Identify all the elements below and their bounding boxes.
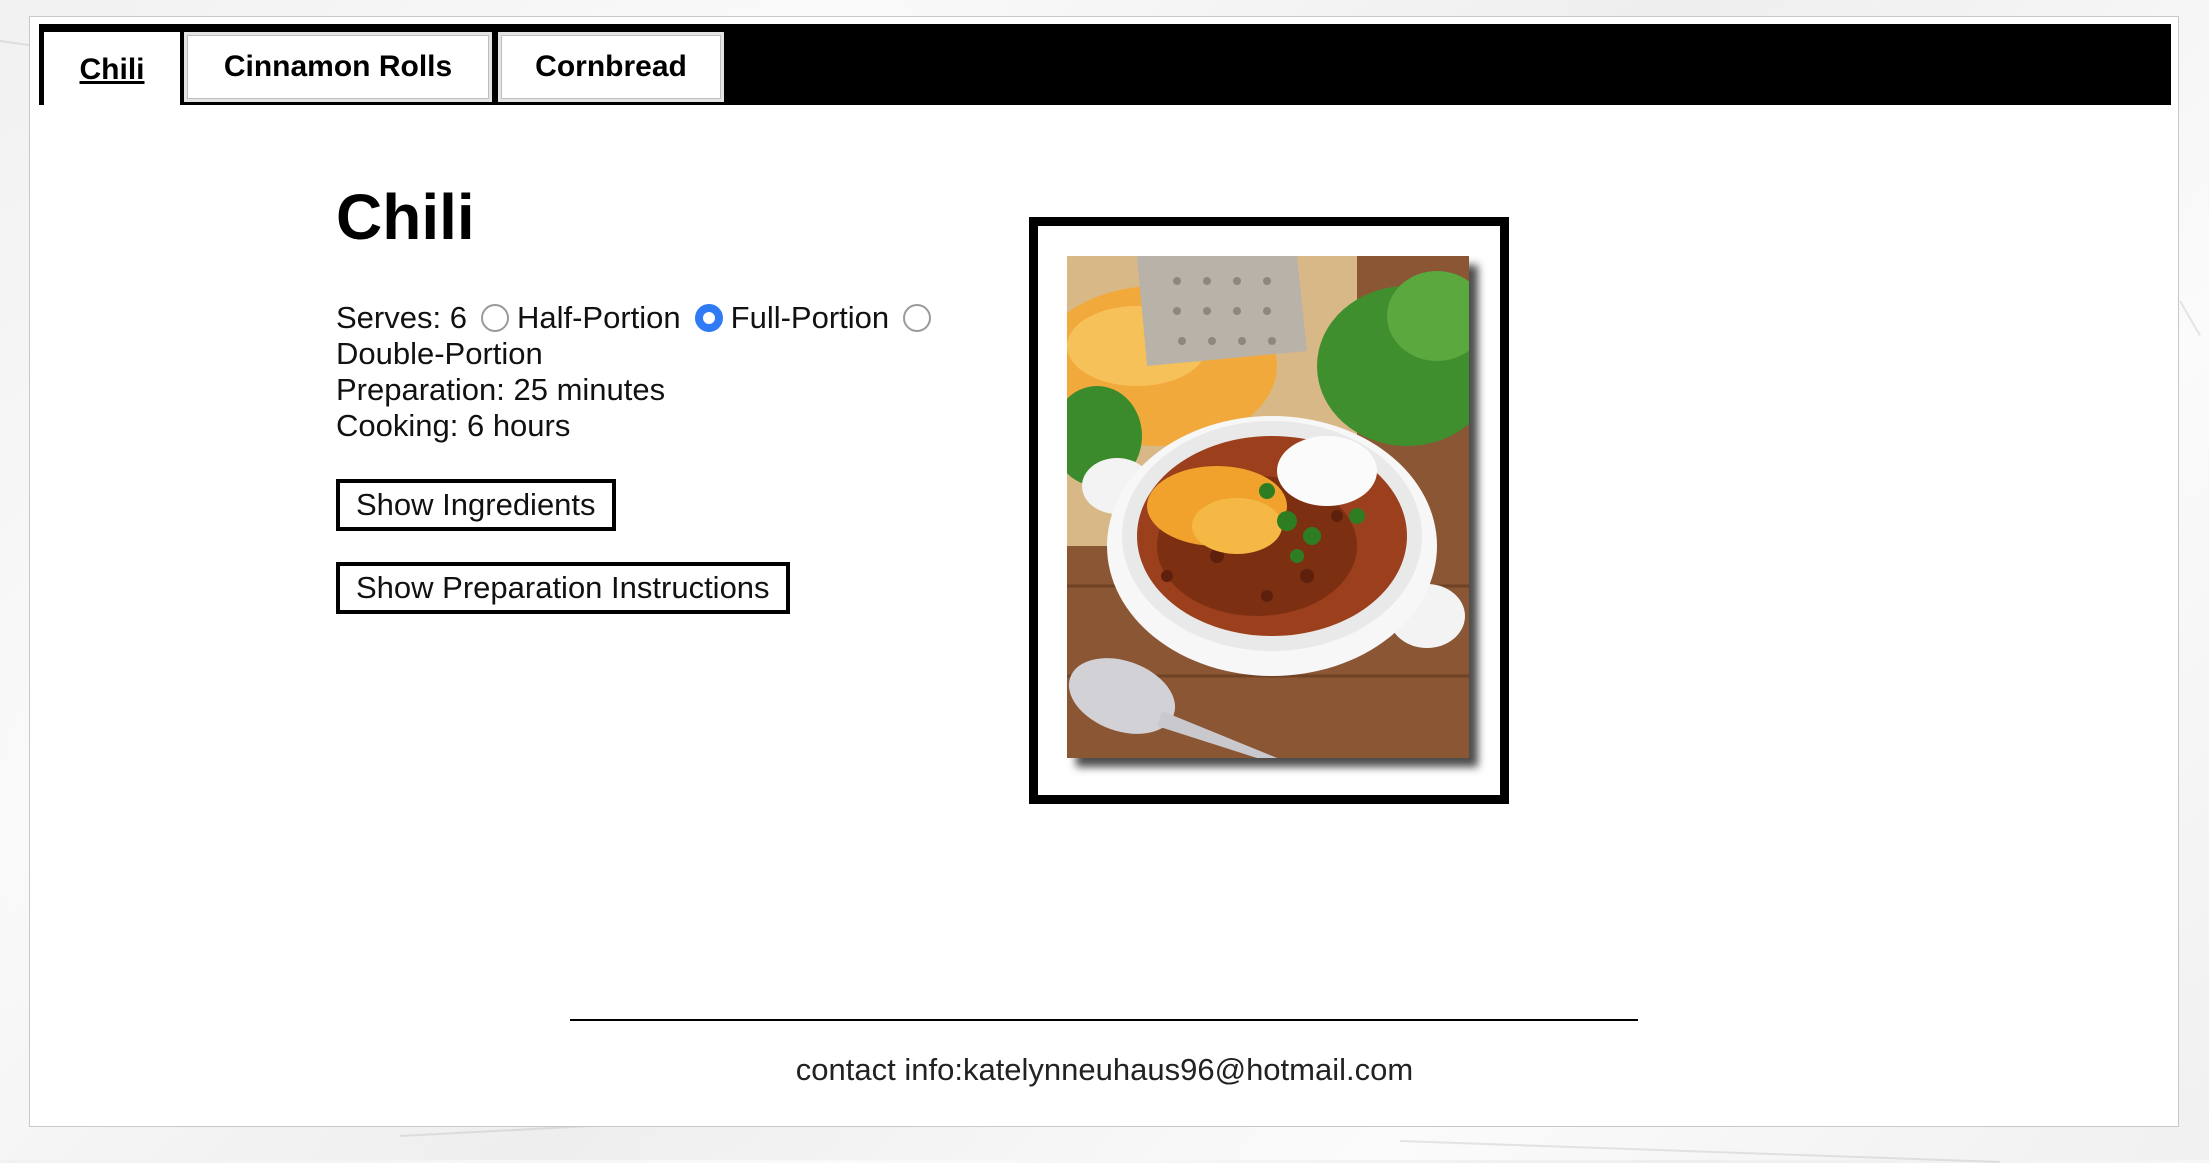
dish-photo-frame <box>1029 217 1509 804</box>
marble-vein <box>2179 300 2201 337</box>
marble-vein <box>1399 1140 2000 1163</box>
serves-label: Serves: 6 <box>336 300 467 335</box>
full-portion-radio[interactable] <box>694 304 723 332</box>
footer-divider <box>570 1019 1638 1021</box>
cooking-time: Cooking: 6 hours <box>336 408 571 443</box>
half-portion-radio[interactable] <box>480 304 509 332</box>
double-portion-radio[interactable] <box>903 304 932 332</box>
tab-chili[interactable]: Chili <box>44 32 180 108</box>
chili-bowl-illustration <box>1067 256 1469 758</box>
show-ingredients-button[interactable]: Show Ingredients <box>336 479 616 531</box>
contact-info: contact info:katelynneuhaus96@hotmail.co… <box>795 1052 1414 1087</box>
tab-bar: Chili Cinnamon Rolls Cornbread <box>39 24 2171 108</box>
serves-row: Serves: 6 Half-Portion Full-Portion <box>336 300 932 336</box>
show-instructions-button[interactable]: Show Preparation Instructions <box>336 562 790 614</box>
full-portion-label[interactable]: Full-Portion <box>731 300 890 336</box>
double-portion-label[interactable]: Double-Portion <box>336 336 931 372</box>
tab-cinnamon-rolls[interactable]: Cinnamon Rolls <box>184 32 492 102</box>
recipe-title: Chili <box>336 181 475 253</box>
half-portion-label[interactable]: Half-Portion <box>517 300 681 336</box>
tab-cornbread[interactable]: Cornbread <box>498 32 724 102</box>
preparation-time: Preparation: 25 minutes <box>336 372 666 407</box>
recipe-info: Serves: 6 Half-Portion Full-Portion Doub… <box>336 300 932 444</box>
chili-bowl-photo <box>1067 256 1469 758</box>
